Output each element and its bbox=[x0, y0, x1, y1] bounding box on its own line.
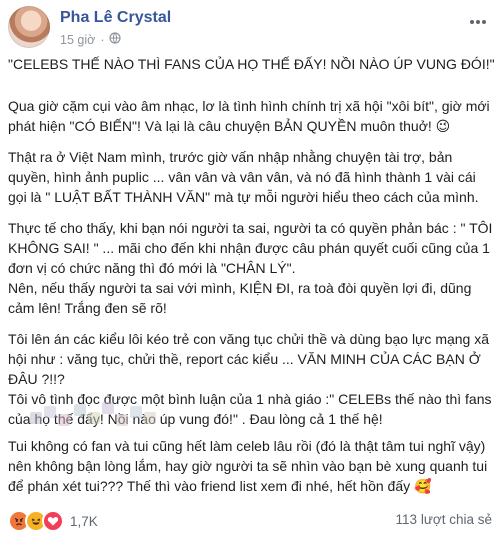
post-line: ĐÂU ?!!? bbox=[8, 371, 65, 387]
post-line: phát hiện "CÓ BIẾN"! Và lại là câu chuyệ… bbox=[8, 118, 451, 134]
blurred-image bbox=[30, 398, 160, 430]
post-footer: 1,7K 113 lượt chia sẻ bbox=[8, 508, 492, 532]
author-avatar[interactable] bbox=[8, 6, 50, 48]
post-quote: "CELEBS THẾ NÀO THÌ FANS CỦA HỌ THẾ ĐẤY!… bbox=[8, 56, 495, 72]
post-line: Tôi lên án các kiểu lôi kéo trẻ con văng… bbox=[8, 331, 490, 347]
author-name[interactable]: Pha Lê Crystal bbox=[60, 9, 171, 27]
post-line: KHÔNG SAI! " ... mãi cho đến khi nhận đư… bbox=[8, 240, 490, 256]
post-line: cảm lên! Trắng đen sẽ rõ! bbox=[8, 300, 167, 316]
post-body: Qua giờ cặm cụi vào âm nhạc, lơ là tình … bbox=[8, 96, 494, 429]
share-count[interactable]: 113 lượt chia sẻ bbox=[396, 512, 492, 527]
more-options-icon[interactable] bbox=[464, 12, 492, 32]
post-line: gọi là " LUẬT BẤT THÀNH VĂN" mà tự mỗi n… bbox=[8, 189, 479, 205]
post-line: đơn vị có chức năng thì đó mới là "CHÂN … bbox=[8, 260, 296, 276]
globe-icon bbox=[109, 32, 122, 47]
reaction-count[interactable]: 1,7K bbox=[70, 514, 98, 529]
post-meta: 15 giờ · bbox=[60, 32, 122, 47]
post-line: hội như : văng tục, chửi thề, report các… bbox=[8, 351, 481, 367]
post-line: Tui không có fan và tui cũng hết làm cel… bbox=[8, 438, 486, 454]
post-header: Pha Lê Crystal 15 giờ · bbox=[8, 6, 492, 50]
post-line: nên không bận lòng lắm, hay giờ người ta… bbox=[8, 458, 488, 474]
love-reaction-icon bbox=[42, 510, 64, 532]
post-line: để phán xét tui??? Thế thì vào friend li… bbox=[8, 478, 432, 494]
post-line: Thực tế cho thấy, khi bạn nói người ta s… bbox=[8, 220, 493, 236]
reaction-summary[interactable]: 1,7K bbox=[8, 510, 98, 532]
post-line: quyền, hình ảnh puplic ... vân vân và vâ… bbox=[8, 169, 476, 185]
facebook-post: Pha Lê Crystal 15 giờ · "CELEBS THẾ NÀO … bbox=[0, 0, 500, 534]
post-line: Nên, nếu thấy người ta sai với mình, KIỆ… bbox=[8, 280, 472, 296]
meta-separator: · bbox=[100, 32, 105, 47]
post-time[interactable]: 15 giờ bbox=[60, 33, 95, 47]
post-line: Qua giờ cặm cụi vào âm nhạc, lơ là tình … bbox=[8, 98, 490, 114]
post-line: Thật ra ở Việt Nam mình, trước giờ vấn n… bbox=[8, 149, 453, 165]
post-body-end: Tui không có fan và tui cũng hết làm cel… bbox=[8, 436, 494, 496]
